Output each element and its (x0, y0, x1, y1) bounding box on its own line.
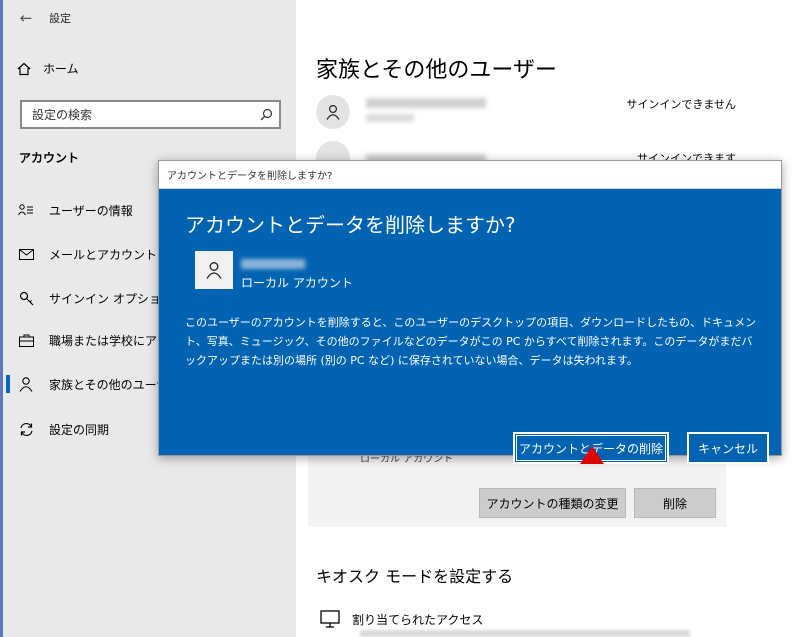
sidebar-item-label: サインイン オプション (49, 291, 173, 306)
avatar (316, 95, 350, 129)
blurred-user-name (241, 259, 305, 269)
user-status: サインインできません (626, 98, 736, 111)
app-title: 設定 (49, 12, 71, 25)
section-heading: アカウント (19, 151, 80, 165)
cancel-button[interactable]: キャンセル (687, 432, 769, 464)
user-info-icon (3, 204, 49, 216)
kiosk-heading: キオスク モードを設定する (316, 567, 514, 586)
delete-button[interactable]: 削除 (634, 488, 716, 518)
avatar (195, 251, 233, 289)
person-icon (3, 376, 49, 392)
assigned-access-item[interactable]: 割り当てられたアクセス (320, 610, 483, 628)
account-type-label: ローカル アカウント (241, 276, 353, 290)
key-icon (3, 291, 49, 306)
dialog-title-bar: アカウントとデータを削除しますか? (159, 161, 781, 189)
settings-search-input[interactable]: 設定の検索 (20, 100, 281, 129)
sidebar-item-label: ユーザーの情報 (49, 203, 133, 218)
blurred-description (360, 630, 690, 637)
account-type-label: ローカル アカウント (360, 455, 454, 465)
back-arrow-icon[interactable]: ← (3, 9, 49, 27)
user-row[interactable]: サインインできません (316, 92, 736, 132)
dialog-message: このユーザーのアカウントを削除すると、このユーザーのデスクトップの項目、ダウンロ… (185, 316, 757, 367)
mail-icon (3, 248, 49, 260)
briefcase-icon (3, 334, 49, 347)
sync-icon (3, 422, 49, 437)
monitor-icon (320, 610, 340, 628)
change-account-type-button[interactable]: アカウントの種類の変更 (479, 488, 626, 518)
dialog-body: アカウントとデータを削除しますか? ローカル アカウント このユーザーのアカウン… (159, 189, 781, 464)
selected-user-panel: ローカル アカウント アカウントの種類の変更 削除 (308, 455, 726, 527)
delete-account-dialog: アカウントとデータを削除しますか? アカウントとデータを削除しますか? ローカル… (158, 160, 782, 464)
nav-home[interactable]: ホーム (17, 60, 79, 77)
dialog-heading: アカウントとデータを削除しますか? (185, 213, 516, 237)
assigned-access-label: 割り当てられたアクセス (352, 612, 484, 627)
blurred-user-detail (366, 114, 414, 122)
home-icon (17, 62, 31, 75)
red-arrow-annotation (580, 446, 604, 464)
page-title: 家族とその他のユーザー (316, 58, 557, 83)
sidebar-item-label: メールとアカウント (49, 247, 158, 262)
nav-home-label: ホーム (43, 62, 79, 76)
search-icon (260, 108, 273, 121)
sidebar-item-label: 設定の同期 (49, 422, 110, 437)
search-placeholder: 設定の検索 (32, 108, 93, 122)
blurred-user-name (366, 98, 486, 108)
person-icon (326, 104, 340, 120)
person-icon (206, 262, 222, 279)
title-bar: ← 設定 (3, 0, 296, 36)
